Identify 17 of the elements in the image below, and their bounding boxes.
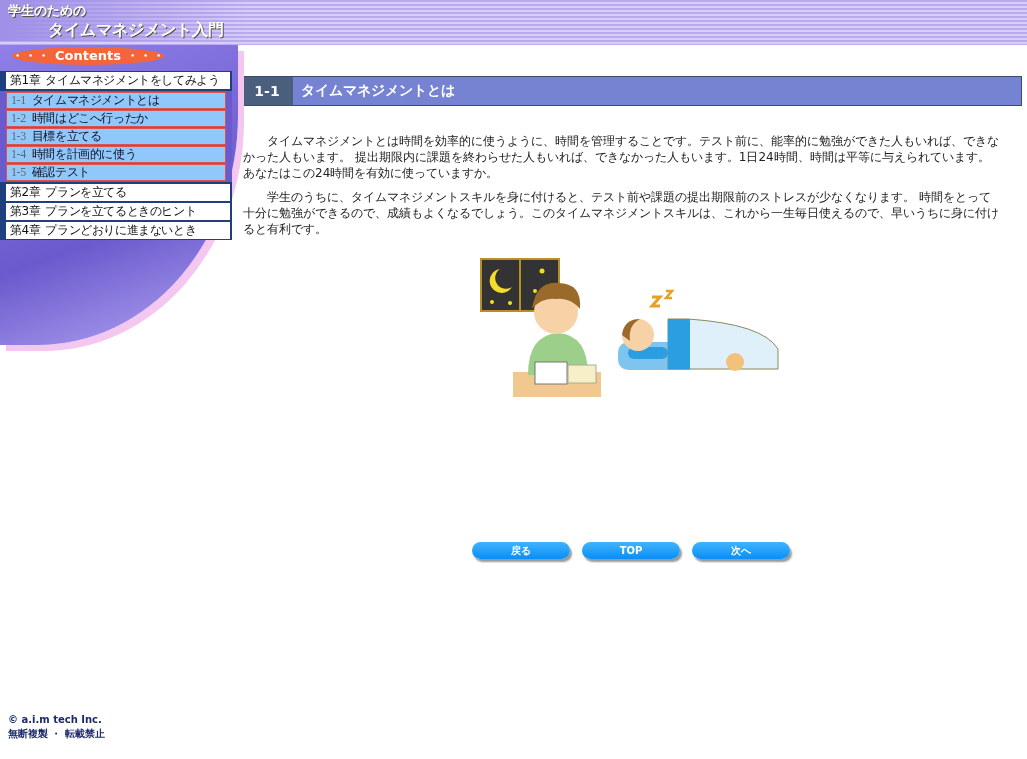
body-paragraph: タイムマネジメントとは時間を効率的に使うように、時間を管理することです。テスト前に、能率的に勉強ができた人もいれば、できなかった人もいます。 提出期限内に課題を終わらせた人もいれば、できなかった人もいます。1日24時間、時間は平等に与えられています。あなたはこの24時間を有効に使っていますか。 [243, 133, 1000, 181]
copyright-text: © a.i.m tech Inc. [8, 713, 103, 727]
copy-prohibited-notice: 無断複製 ・ 転載禁止 [8, 727, 105, 741]
body-paragraph: 学生のうちに、タイムマネジメントスキルを身に付けると、テスト前や課題の提出期限前のストレスが少なくなります。 時間をとって十分に勉強ができるので、成績もよくなるでしょう。このタイムマネジメントスキルは、これから一生毎日使えるので、早いうちに身に付けると有利です。 [243, 189, 1000, 237]
chapter-link[interactable]: 第3章 プランを立てるときのヒント [6, 203, 230, 220]
chapter-link[interactable]: 第4章 プランどおりに進まないとき [6, 222, 230, 239]
section-number: 1-1 [241, 77, 293, 105]
section-link[interactable]: 1-1 タイムマネジメントとは [6, 92, 226, 109]
section-link[interactable]: 1-3 目標を立てる [6, 128, 226, 145]
site-subtitle: 学生のための [8, 2, 87, 20]
chapter-link[interactable]: 第1章 タイムマネジメントをしてみよう [6, 72, 230, 89]
section-link[interactable]: 1-2 時間はどこへ行ったか [6, 110, 226, 127]
chapter-link[interactable]: 第2章 プランを立てる [6, 184, 230, 201]
section-title: タイムマネジメントとは [300, 81, 455, 100]
section-link[interactable]: 1-4 時間を計画的に使う [6, 146, 226, 163]
site-title: タイムマネジメント入門 [48, 20, 225, 41]
section-link[interactable]: 1-5 確認テスト [6, 164, 226, 181]
